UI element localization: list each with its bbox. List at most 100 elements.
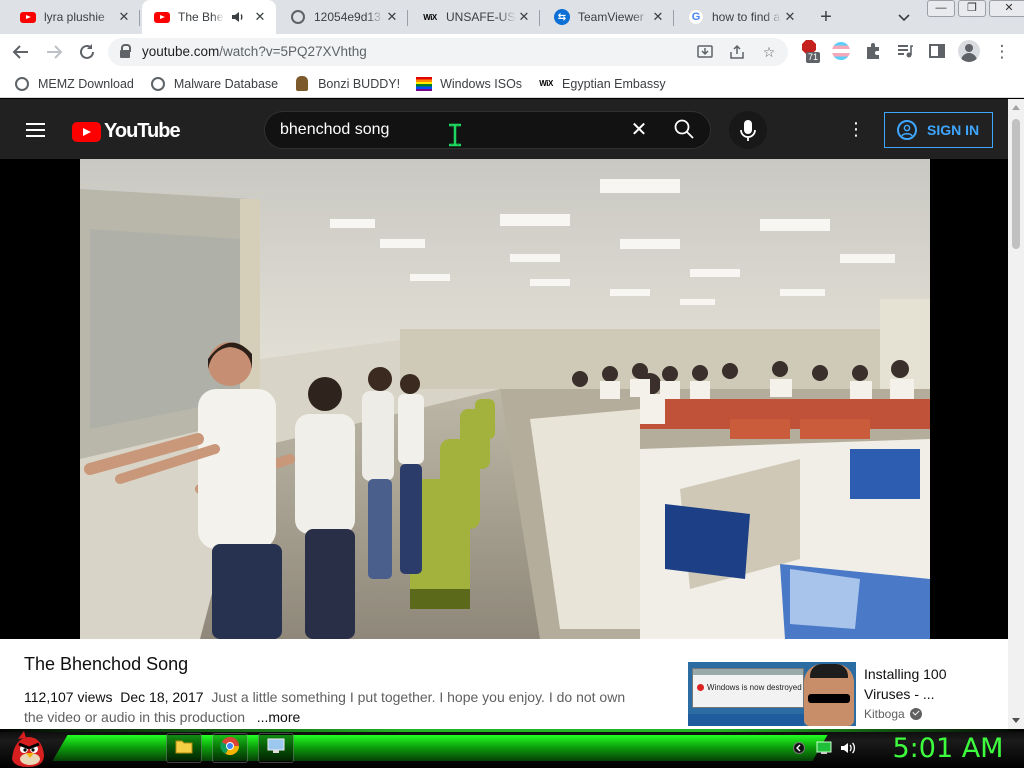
back-button[interactable]: [9, 40, 33, 64]
close-window-button[interactable]: ✕: [989, 0, 1024, 17]
hamburger-menu-icon[interactable]: [26, 123, 45, 137]
upload-date: Dec 18, 2017: [120, 689, 204, 705]
tab-title: UNSAFE-USB: [446, 10, 516, 24]
voice-search-button[interactable]: [729, 111, 767, 149]
chrome-menu-icon[interactable]: ⋮: [990, 40, 1014, 64]
recommended-channel[interactable]: Kitboga: [864, 707, 922, 721]
recommended-title[interactable]: Installing 100 Viruses - ...: [864, 664, 994, 704]
close-icon[interactable]: ✕: [782, 9, 798, 25]
more-options-icon[interactable]: ⋮: [846, 117, 866, 141]
install-app-icon[interactable]: [694, 41, 716, 63]
account-icon: [897, 120, 917, 140]
tab-unsafe-usb[interactable]: WiX UNSAFE-USB ✕: [410, 0, 540, 34]
clear-search-icon[interactable]: ✕: [627, 118, 651, 142]
close-icon[interactable]: ✕: [252, 9, 268, 25]
globe-icon: [290, 9, 306, 25]
bookmark-windows-isos[interactable]: Windows ISOs: [416, 76, 522, 92]
scroll-up-arrow-icon[interactable]: [1012, 105, 1020, 110]
search-input[interactable]: bhenchod song: [280, 121, 389, 139]
volume-icon[interactable]: [840, 739, 856, 757]
youtube-header: YouTube bhenchod song ✕ ⋮ SIGN IN: [0, 99, 1008, 159]
tab-teamviewer[interactable]: ⇆ TeamViewer ✕: [542, 0, 674, 34]
address-bar[interactable]: youtube.com/watch?v=5PQ27XVhthg ☆: [108, 38, 788, 66]
text-cursor-icon: [447, 123, 463, 147]
tab-title: The Bhenchod Song: [178, 10, 224, 24]
bookmark-memz-download[interactable]: MEMZ Download: [14, 76, 134, 92]
taskbar-chrome-button[interactable]: [212, 733, 248, 763]
recommended-video[interactable]: Windows is now destroyed Installing 100 …: [688, 662, 998, 729]
start-angry-bird-icon[interactable]: [8, 729, 48, 768]
youtube-icon: [20, 9, 36, 25]
tab-title: how to find a: [712, 10, 781, 24]
tab-strip: lyra plushie ✕ The Bhenchod Song ✕ 12054…: [0, 0, 1024, 34]
search-icon[interactable]: [673, 118, 697, 142]
browser-toolbar: youtube.com/watch?v=5PQ27XVhthg ☆ 71 ⋮: [0, 34, 1024, 70]
bookmark-egyptian-embassy[interactable]: WiX Egyptian Embassy: [538, 76, 665, 92]
url-text: youtube.com/watch?v=5PQ27XVhthg: [142, 44, 367, 59]
bonzi-icon: [294, 76, 310, 92]
maximize-button[interactable]: ❐: [958, 0, 986, 17]
bookmark-bonzi-buddy[interactable]: Bonzi BUDDY!: [294, 76, 400, 92]
globe-icon: [150, 76, 166, 92]
tab-hash-file[interactable]: 12054e9d13 ✕: [278, 0, 408, 34]
profile-avatar-icon[interactable]: [958, 40, 980, 62]
close-icon[interactable]: ✕: [116, 9, 132, 25]
page-scrollbar[interactable]: [1008, 99, 1024, 729]
new-tab-button[interactable]: +: [814, 6, 838, 30]
trans-flag-extension-icon[interactable]: [832, 42, 852, 62]
window-controls: — ❐ ✕: [927, 0, 1024, 18]
error-icon: [697, 684, 704, 691]
reload-button[interactable]: [75, 40, 99, 64]
share-icon[interactable]: [726, 41, 748, 63]
close-icon[interactable]: ✕: [650, 9, 666, 25]
video-player[interactable]: [80, 159, 930, 639]
tab-lyra-plushie[interactable]: lyra plushie ✕: [8, 0, 140, 34]
video-description[interactable]: 112,107 views Dec 18, 2017 Just a little…: [24, 687, 644, 727]
bookmark-star-icon[interactable]: ☆: [758, 41, 780, 63]
lock-icon[interactable]: [120, 44, 131, 58]
show-more-link[interactable]: ...more: [257, 709, 301, 725]
recommended-thumbnail[interactable]: Windows is now destroyed: [688, 662, 856, 726]
tab-bhenchod-song[interactable]: The Bhenchod Song ✕: [142, 0, 276, 34]
youtube-logo[interactable]: YouTube: [72, 120, 181, 143]
scroll-down-arrow-icon[interactable]: [1012, 718, 1020, 723]
verified-icon: [909, 708, 922, 720]
video-title: The Bhenchod Song: [24, 654, 189, 674]
tab-title: TeamViewer: [578, 10, 644, 24]
bookmarks-bar: MEMZ Download Malware Database Bonzi BUD…: [0, 70, 1024, 98]
search-box[interactable]: bhenchod song ✕: [264, 111, 711, 149]
bookmark-malware-database[interactable]: Malware Database: [150, 76, 278, 92]
tab-search-chevron-icon[interactable]: [894, 8, 914, 28]
wix-icon: WiX: [539, 79, 553, 88]
youtube-page: YouTube bhenchod song ✕ ⋮ SIGN IN The Bh…: [0, 99, 1024, 729]
teamviewer-icon: ⇆: [554, 9, 570, 25]
globe-icon: [14, 76, 30, 92]
side-panel-icon[interactable]: [928, 42, 948, 62]
rainbow-flag-icon: [416, 76, 433, 92]
extensions-puzzle-icon[interactable]: [864, 42, 884, 62]
extension-badge: 71: [806, 52, 821, 63]
google-icon: G: [688, 9, 704, 25]
tab-title: 12054e9d13: [314, 10, 381, 24]
sign-in-button[interactable]: SIGN IN: [884, 112, 993, 148]
wix-icon: WiX: [423, 12, 437, 22]
taskbar-clock[interactable]: 5:01 AM: [880, 732, 1016, 766]
monitor-icon: [267, 738, 285, 759]
youtube-play-icon: [72, 121, 101, 142]
show-hidden-icons-chevron-icon[interactable]: [791, 739, 807, 757]
taskbar-file-explorer-button[interactable]: [166, 733, 202, 763]
scrollbar-thumb[interactable]: [1012, 119, 1020, 249]
description-text: Just a little something I put together. …: [24, 689, 626, 725]
youtube-icon: [154, 9, 170, 25]
tab-google-search[interactable]: G how to find a ✕: [676, 0, 806, 34]
close-icon[interactable]: ✕: [516, 9, 532, 25]
media-control-icon[interactable]: [896, 42, 916, 62]
close-icon[interactable]: ✕: [384, 9, 400, 25]
view-count: 112,107 views: [24, 689, 113, 705]
network-icon[interactable]: [816, 739, 832, 757]
forward-button[interactable]: [42, 40, 66, 64]
speaker-icon[interactable]: [230, 9, 246, 25]
folder-icon: [175, 738, 193, 759]
taskbar-remote-desktop-button[interactable]: [258, 733, 294, 763]
minimize-button[interactable]: —: [927, 0, 955, 17]
